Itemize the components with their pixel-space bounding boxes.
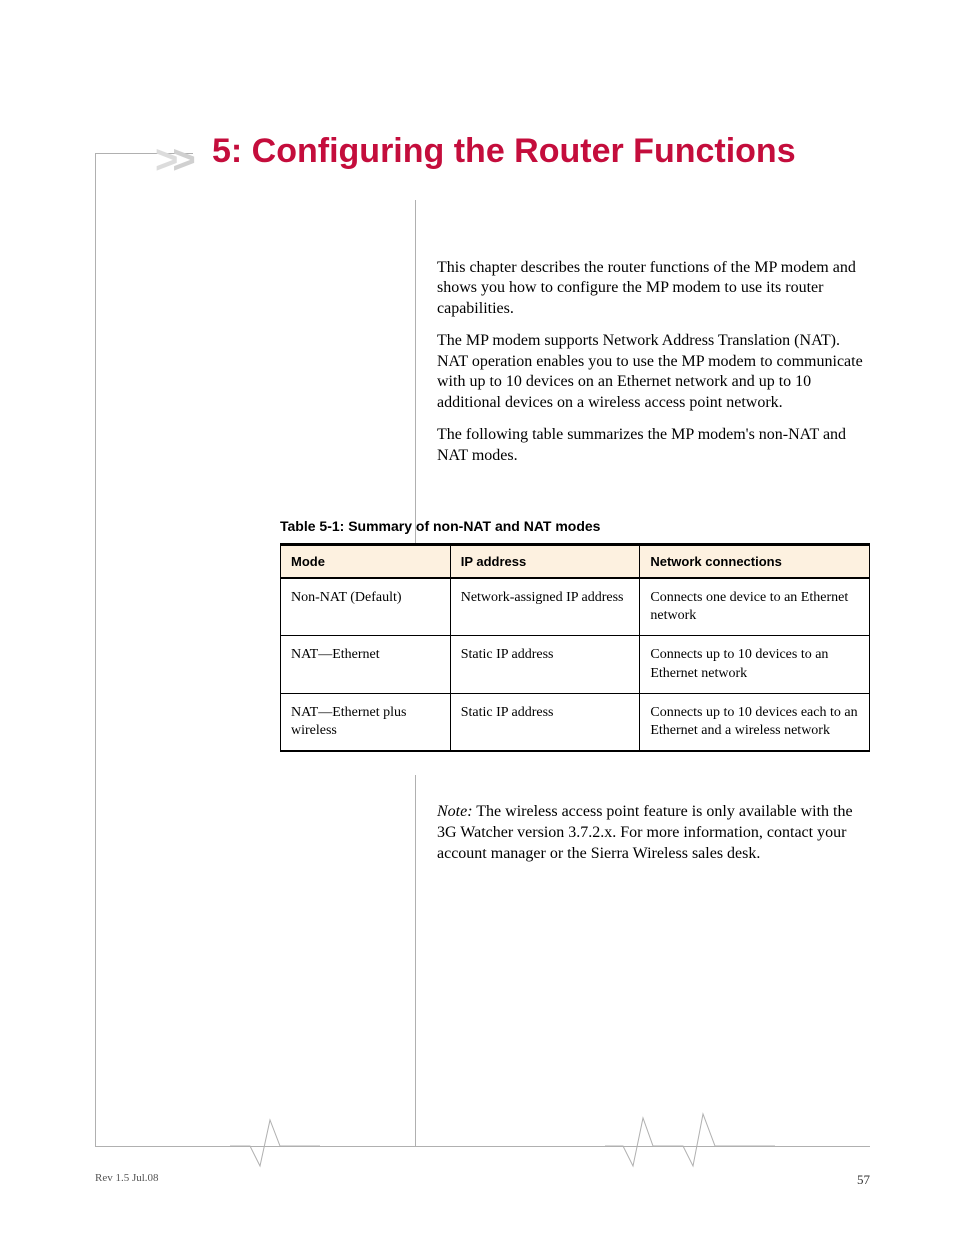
body-text: This chapter describes the router functi…: [437, 258, 867, 478]
table-header-ip: IP address: [450, 545, 640, 579]
table-row: Non-NAT (Default) Network-assigned IP ad…: [281, 578, 870, 636]
rule-vertical-short: [415, 200, 416, 225]
cell: Connects up to 10 devices each to an Eth…: [640, 693, 870, 751]
rule-left: [95, 153, 96, 1146]
footer-revision: Rev 1.5 Jul.08: [95, 1172, 159, 1184]
modes-table: Mode IP address Network connections Non-…: [280, 543, 870, 752]
table-header-net: Network connections: [640, 545, 870, 579]
cell: Connects up to 10 devices to an Ethernet…: [640, 636, 870, 693]
heartbeat-icon: [605, 1108, 775, 1168]
cell: Network-assigned IP address: [450, 578, 640, 636]
heartbeat-icon: [230, 1108, 320, 1168]
cell: Connects one device to an Ethernet netwo…: [640, 578, 870, 636]
note-label: Note:: [437, 803, 473, 820]
cell: NAT—Ethernet plus wireless: [281, 693, 451, 751]
cell: Static IP address: [450, 693, 640, 751]
rule-center-lower: [415, 775, 416, 1146]
note: Note: The wireless access point feature …: [437, 802, 867, 864]
cell: NAT—Ethernet: [281, 636, 451, 693]
cell: Static IP address: [450, 636, 640, 693]
page-number: 57: [857, 1172, 870, 1188]
table-header-mode: Mode: [281, 545, 451, 579]
paragraph-2: The MP modem supports Network Address Tr…: [437, 331, 867, 413]
rule-center-upper: [415, 225, 416, 543]
chevron-icon: >>: [155, 138, 190, 183]
table-caption: Table 5-1: Summary of non-NAT and NAT mo…: [280, 518, 600, 534]
note-text: The wireless access point feature is onl…: [437, 803, 853, 862]
cell: Non-NAT (Default): [281, 578, 451, 636]
table-row: NAT—Ethernet Static IP address Connects …: [281, 636, 870, 693]
page: >> 5: Configuring the Router Functions T…: [0, 0, 954, 1235]
paragraph-3: The following table summarizes the MP mo…: [437, 425, 867, 466]
chapter-title: 5: Configuring the Router Functions: [212, 132, 852, 171]
paragraph-1: This chapter describes the router functi…: [437, 258, 867, 319]
table-row: NAT—Ethernet plus wireless Static IP add…: [281, 693, 870, 751]
